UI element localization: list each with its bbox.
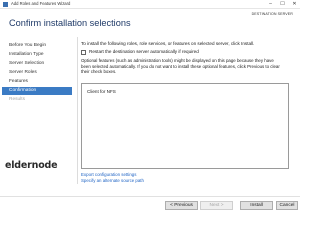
- nav-item-server-selection[interactable]: Server Selection: [2, 60, 72, 68]
- list-item[interactable]: Client for NFS: [87, 89, 116, 94]
- nav-item-server-roles[interactable]: Server Roles: [2, 69, 72, 77]
- install-button[interactable]: Install: [240, 201, 273, 210]
- minimize-icon[interactable]: –: [265, 0, 276, 8]
- nav-item-confirmation[interactable]: Confirmation: [2, 87, 72, 95]
- content-pane: To install the following roles, role ser…: [81, 37, 293, 184]
- maximize-icon[interactable]: ☐: [277, 0, 288, 8]
- footer-divider: [0, 196, 300, 197]
- selected-features-list[interactable]: Client for NFS: [81, 83, 289, 169]
- window-title: Add Roles and Features Wizard: [11, 1, 71, 6]
- close-icon[interactable]: ✕: [289, 0, 300, 8]
- app-icon: [3, 2, 8, 7]
- instruction-text: To install the following roles, role ser…: [81, 41, 255, 46]
- destination-server-label: DESTINATION SERVER: [251, 12, 293, 16]
- eldernode-watermark-logo: eldernode: [5, 160, 58, 171]
- next-button[interactable]: Next >: [200, 201, 233, 210]
- window-titlebar: Add Roles and Features Wizard – ☐ ✕: [0, 0, 300, 9]
- export-settings-link[interactable]: Export configuration settings: [81, 172, 136, 177]
- nav-item-results: Results: [9, 97, 25, 102]
- cancel-button[interactable]: Cancel: [276, 201, 298, 210]
- nav-divider: [77, 37, 78, 184]
- nav-item-features[interactable]: Features: [2, 78, 72, 86]
- wizard-header: Confirm installation selections DESTINAT…: [0, 9, 300, 37]
- optional-features-note: Optional features (such as administratio…: [81, 58, 280, 75]
- alternate-source-link[interactable]: Specify an alternate source path: [81, 178, 144, 183]
- page-title: Confirm installation selections: [9, 18, 131, 28]
- restart-checkbox[interactable]: [81, 50, 86, 55]
- nav-item-before-you-begin[interactable]: Before You Begin: [2, 42, 72, 50]
- restart-checkbox-label[interactable]: Restart the destination server automatic…: [89, 49, 199, 54]
- nav-item-installation-type[interactable]: Installation Type: [2, 51, 72, 59]
- previous-button[interactable]: < Previous: [165, 201, 198, 210]
